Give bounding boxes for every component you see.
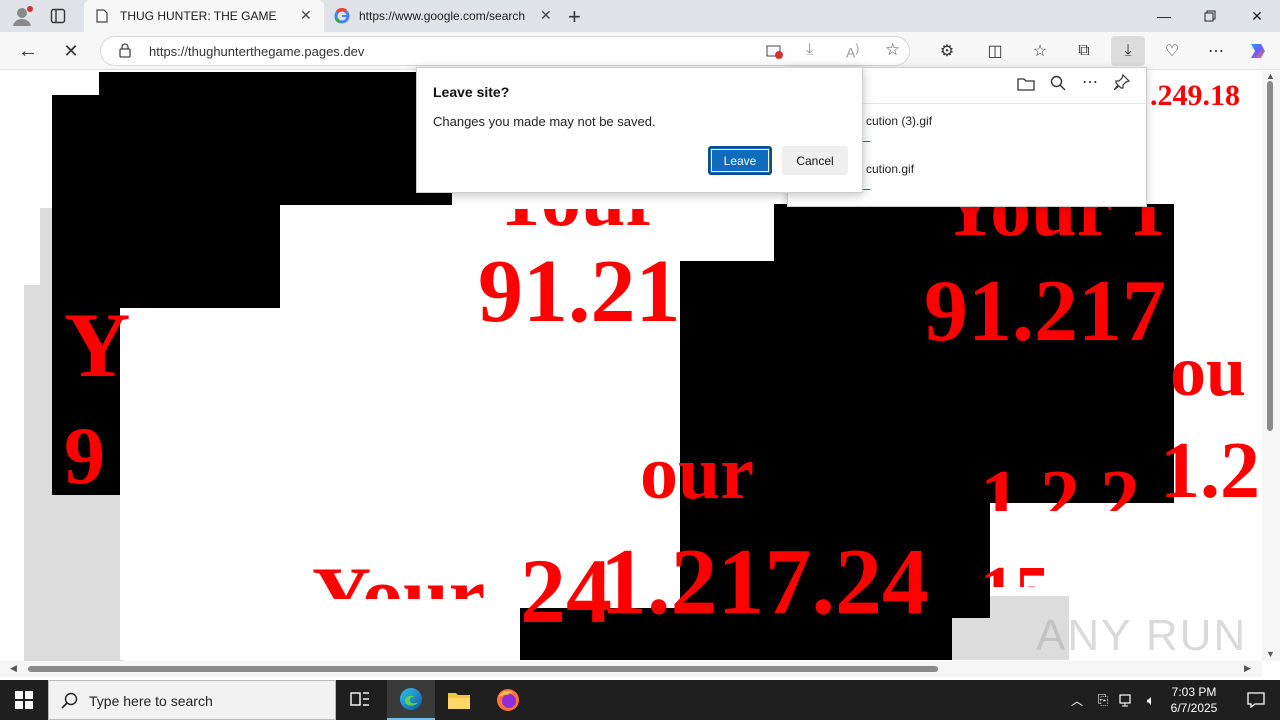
page-text: .249.18: [1150, 79, 1240, 112]
volume-icon[interactable]: 🔈︎: [1138, 680, 1164, 720]
page-icon: [96, 9, 108, 26]
search-placeholder: Type here to search: [89, 693, 213, 709]
vertical-scrollbar[interactable]: ▲ ▼: [1262, 71, 1280, 661]
taskbar-search-box[interactable]: Type here to search: [48, 680, 336, 720]
network-icon[interactable]: [1114, 680, 1140, 720]
scroll-down-icon[interactable]: ▼: [1266, 649, 1275, 659]
tab-actions-icon[interactable]: [50, 8, 66, 24]
page-text: 24: [520, 540, 612, 642]
new-tab-icon[interactable]: +: [568, 4, 581, 30]
horizontal-scrollbar[interactable]: ◀ ▶: [0, 661, 1262, 677]
collections-icon[interactable]: ⧉: [1069, 36, 1099, 66]
profile-avatar-icon[interactable]: [10, 5, 34, 27]
download-item[interactable]: cution (3).gif: [866, 114, 932, 128]
open-folder-icon[interactable]: [1017, 76, 1035, 97]
watermark: ANY RUN: [1036, 611, 1248, 660]
close-tab-icon[interactable]: ✕: [300, 7, 312, 24]
favorite-star-icon[interactable]: ☆: [885, 40, 900, 60]
scroll-right-icon[interactable]: ▶: [1244, 663, 1251, 674]
minimize-icon[interactable]: —: [1141, 0, 1187, 32]
tab-strip: THUG HUNTER: THE GAME ✕ https://www.goog…: [0, 0, 1280, 32]
back-icon[interactable]: ←: [13, 36, 43, 66]
windows-start-icon[interactable]: [0, 680, 48, 720]
leave-button[interactable]: Leave: [708, 146, 772, 175]
url-text: https://thughunterthegame.pages.dev: [149, 44, 365, 59]
download-item[interactable]: cution.gif: [866, 162, 914, 176]
leave-site-dialog: Leave site? Changes you made may not be …: [416, 67, 863, 193]
system-clock[interactable]: 7:03 PM 6/7/2025: [1164, 684, 1224, 716]
notifications-icon[interactable]: [1232, 680, 1280, 720]
taskbar: Type here to search ︿ ⎘ 🔈︎ 7:03 PM 6/7/2…: [0, 680, 1280, 720]
page-text: 91.21: [478, 242, 681, 341]
more-options-icon[interactable]: ⋯: [1082, 72, 1098, 92]
pin-icon[interactable]: [1113, 73, 1131, 95]
lock-icon: [119, 43, 131, 63]
tab-title: https://www.google.com/search: [359, 9, 526, 23]
page-text: 9: [64, 410, 105, 501]
vertical-scroll-thumb[interactable]: [1267, 81, 1273, 431]
browser-toolbar: ← ✕ https://thughunterthegame.pages.dev …: [0, 32, 1280, 70]
browser-essentials-icon[interactable]: ♡: [1157, 36, 1187, 66]
page-text: our: [640, 431, 754, 515]
address-bar[interactable]: https://thughunterthegame.pages.dev ⤓ A)…: [100, 36, 910, 66]
downloads-icon[interactable]: ⤓: [1111, 36, 1145, 66]
tab-google-search[interactable]: https://www.google.com/search ✕: [326, 0, 562, 32]
clock-time: 7:03 PM: [1171, 685, 1217, 699]
firefox-icon[interactable]: [484, 680, 532, 720]
dialog-title: Leave site?: [433, 84, 510, 100]
site-blocked-icon[interactable]: [766, 44, 784, 65]
tab-title: THUG HUNTER: THE GAME: [120, 9, 277, 23]
copilot-icon[interactable]: [1243, 36, 1273, 66]
favorites-icon[interactable]: ☆: [1025, 36, 1055, 66]
settings-more-icon[interactable]: ⋯: [1201, 36, 1231, 66]
show-hidden-icons-icon[interactable]: ︿: [1062, 680, 1092, 720]
page-text: Y: [64, 294, 131, 396]
extensions-icon[interactable]: ⚙: [932, 36, 962, 66]
edge-taskbar-icon[interactable]: [387, 680, 435, 720]
page-text: 91.217: [924, 263, 1166, 360]
dialog-message: Changes you made may not be saved.: [433, 114, 656, 129]
horizontal-scroll-thumb[interactable]: [28, 666, 938, 672]
restore-icon[interactable]: [1187, 0, 1233, 32]
scroll-up-icon[interactable]: ▲: [1266, 71, 1275, 81]
usb-device-icon[interactable]: ⎘: [1090, 680, 1116, 720]
scroll-left-icon[interactable]: ◀: [10, 663, 17, 674]
file-explorer-icon[interactable]: [435, 680, 483, 720]
page-text: 1.2: [1160, 427, 1260, 515]
google-icon: [334, 7, 350, 27]
download-icon[interactable]: ⤓: [806, 41, 813, 59]
search-icon[interactable]: [1050, 75, 1066, 96]
close-window-icon[interactable]: ✕: [1234, 0, 1280, 32]
page-text: 1.217.24: [600, 530, 929, 634]
task-view-icon[interactable]: [336, 680, 384, 720]
close-tab-icon[interactable]: ✕: [540, 7, 552, 24]
stop-loading-icon[interactable]: ✕: [56, 36, 86, 66]
page-text: 1.2.2: [980, 455, 1140, 543]
tab-thug-hunter[interactable]: THUG HUNTER: THE GAME ✕: [84, 0, 324, 32]
split-screen-icon[interactable]: ◫: [980, 36, 1010, 66]
clock-date: 6/7/2025: [1170, 701, 1218, 715]
search-icon: [61, 692, 78, 714]
page-text: ou: [1170, 331, 1247, 411]
read-aloud-icon[interactable]: A): [846, 42, 859, 61]
page-gray-strip: [40, 208, 52, 288]
cancel-button[interactable]: Cancel: [782, 146, 848, 175]
white-panel: [120, 601, 520, 660]
